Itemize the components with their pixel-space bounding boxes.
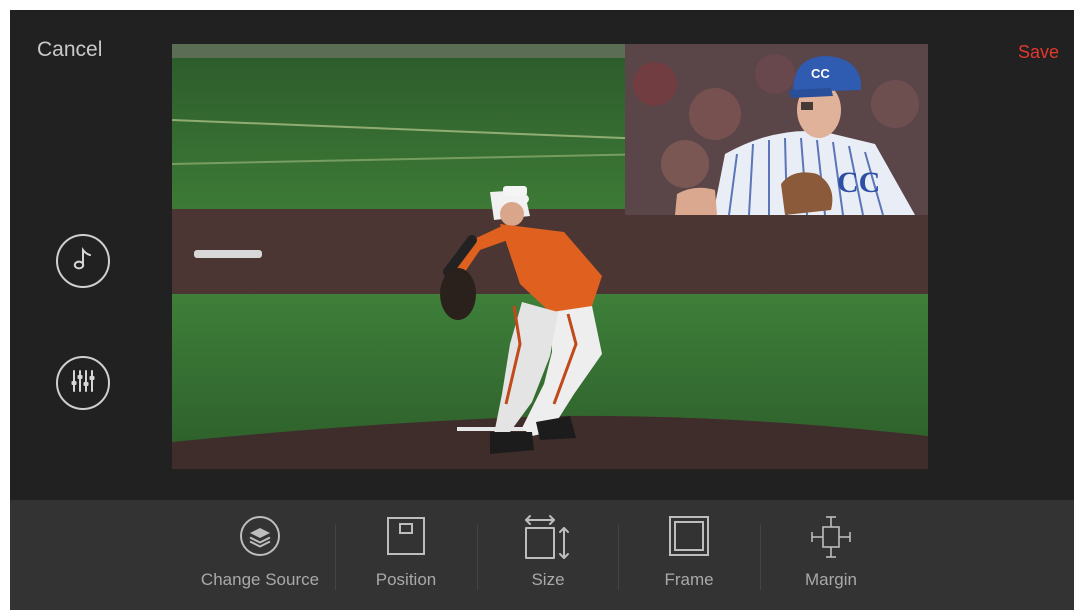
position-icon <box>384 514 428 563</box>
margin-icon <box>808 514 854 565</box>
catcher-video-frame: CC CC <box>625 44 928 215</box>
video-preview[interactable]: CC CC <box>172 44 928 469</box>
margin-button[interactable]: Margin <box>781 512 881 604</box>
size-button[interactable]: Size <box>498 512 598 604</box>
layers-icon <box>238 514 282 563</box>
svg-text:CC: CC <box>837 166 880 199</box>
video-editor-screen: Cancel Save CC CC Change Source Position… <box>10 10 1074 610</box>
svg-text:CC: CC <box>811 66 830 81</box>
position-label: Position <box>375 570 437 589</box>
audio-mixer-button[interactable] <box>56 356 110 410</box>
toolbar-divider <box>760 524 761 590</box>
frame-button[interactable]: Frame <box>639 512 739 604</box>
position-button[interactable]: Position <box>356 512 456 604</box>
margin-label: Margin <box>805 570 857 589</box>
toolbar-divider <box>618 524 619 590</box>
save-button[interactable]: Save <box>1018 40 1059 64</box>
change-source-label: Change Source <box>200 570 320 589</box>
mixer-sliders-icon <box>68 366 98 401</box>
frame-icon <box>667 514 711 563</box>
toolbar-divider <box>335 524 336 590</box>
cancel-button[interactable]: Cancel <box>37 38 102 62</box>
toolbar-divider <box>477 524 478 590</box>
frame-label: Frame <box>664 570 714 589</box>
size-label: Size <box>531 570 565 589</box>
picture-in-picture-overlay[interactable]: CC CC <box>625 44 928 215</box>
music-note-icon <box>70 246 96 277</box>
bottom-toolbar: Change Source Position Size Frame Margin <box>10 500 1074 610</box>
music-button[interactable] <box>56 234 110 288</box>
change-source-button[interactable]: Change Source <box>192 512 328 604</box>
resize-icon <box>522 514 574 567</box>
